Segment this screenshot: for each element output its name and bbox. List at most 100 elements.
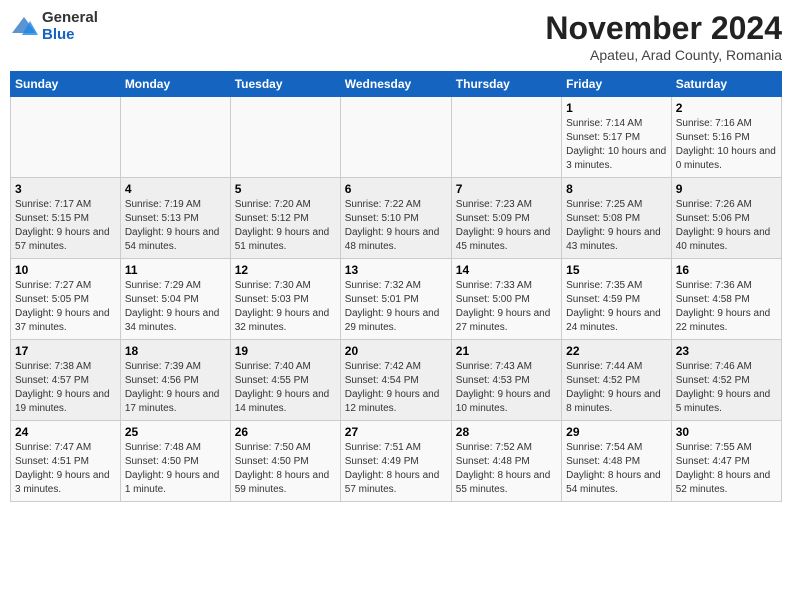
day-number: 24 [15, 425, 116, 439]
day-number: 2 [676, 101, 777, 115]
day-number: 16 [676, 263, 777, 277]
header-cell-monday: Monday [120, 72, 230, 97]
calendar-cell: 6 Sunrise: 7:22 AM Sunset: 5:10 PM Daylig… [340, 178, 451, 259]
day-number: 9 [676, 182, 777, 196]
calendar-cell: 4Sunrise: 7:19 AM Sunset: 5:13 PM Daylig… [120, 178, 230, 259]
day-info: Sunrise: 7:44 AM Sunset: 4:52 PM Dayligh… [566, 360, 667, 416]
calendar-header: SundayMondayTuesdayWednesdayThursdayFrid… [11, 72, 782, 97]
calendar-cell [120, 97, 230, 178]
day-info: Sunrise: 7:46 AM Sunset: 4:52 PM Dayligh… [676, 360, 777, 416]
calendar-cell: 11 Sunrise: 7:29 AM Sunset: 5:04 PM Dayli… [120, 259, 230, 340]
day-info: Sunrise: 7:22 AM Sunset: 5:10 PM Dayligh… [345, 198, 447, 254]
day-number: 21 [456, 344, 557, 358]
logo-text: General Blue [42, 10, 98, 43]
header-cell-friday: Friday [562, 72, 672, 97]
day-info: Sunrise: 7:29 AM Sunset: 5:04 PM Dayligh… [125, 279, 226, 335]
day-number: 14 [456, 263, 557, 277]
calendar-cell: 26 Sunrise: 7:50 AM Sunset: 4:50 PM Dayli… [230, 421, 340, 502]
day-number: 26 [235, 425, 336, 439]
logo-general: General [42, 10, 98, 27]
day-number: 8 [566, 182, 667, 196]
day-info: Sunrise: 7:19 AM Sunset: 5:13 PM Dayligh… [125, 198, 226, 254]
header-cell-wednesday: Wednesday [340, 72, 451, 97]
location: Apateu, Arad County, Romania [545, 47, 782, 63]
logo-icon [10, 13, 38, 41]
calendar-week-2: 3 Sunrise: 7:17 AM Sunset: 5:15 PM Daylig… [11, 178, 782, 259]
day-number: 17 [15, 344, 116, 358]
calendar-cell: 16 Sunrise: 7:36 AM Sunset: 4:58 PM Dayli… [671, 259, 781, 340]
day-number: 1 [566, 101, 667, 115]
day-info: Sunrise: 7:33 AM Sunset: 5:00 PM Dayligh… [456, 279, 557, 335]
day-info: Sunrise: 7:50 AM Sunset: 4:50 PM Dayligh… [235, 441, 336, 497]
logo-blue: Blue [42, 27, 98, 44]
day-info: Sunrise: 7:39 AM Sunset: 4:56 PM Dayligh… [125, 360, 226, 416]
calendar-week-3: 10 Sunrise: 7:27 AM Sunset: 5:05 PM Dayli… [11, 259, 782, 340]
day-info: Sunrise: 7:36 AM Sunset: 4:58 PM Dayligh… [676, 279, 777, 335]
calendar-week-5: 24 Sunrise: 7:47 AM Sunset: 4:51 PM Dayli… [11, 421, 782, 502]
day-info: Sunrise: 7:26 AM Sunset: 5:06 PM Dayligh… [676, 198, 777, 254]
calendar-cell: 18 Sunrise: 7:39 AM Sunset: 4:56 PM Dayli… [120, 340, 230, 421]
day-info: Sunrise: 7:27 AM Sunset: 5:05 PM Dayligh… [15, 279, 116, 335]
day-info: Sunrise: 7:35 AM Sunset: 4:59 PM Dayligh… [566, 279, 667, 335]
day-info: Sunrise: 7:16 AM Sunset: 5:16 PM Dayligh… [676, 117, 777, 173]
calendar-cell: 9 Sunrise: 7:26 AM Sunset: 5:06 PM Daylig… [671, 178, 781, 259]
calendar-cell: 24 Sunrise: 7:47 AM Sunset: 4:51 PM Dayli… [11, 421, 121, 502]
calendar-cell: 7 Sunrise: 7:23 AM Sunset: 5:09 PM Daylig… [451, 178, 561, 259]
day-number: 30 [676, 425, 777, 439]
calendar-cell: 27 Sunrise: 7:51 AM Sunset: 4:49 PM Dayli… [340, 421, 451, 502]
calendar-cell: 14 Sunrise: 7:33 AM Sunset: 5:00 PM Dayli… [451, 259, 561, 340]
calendar-cell: 3 Sunrise: 7:17 AM Sunset: 5:15 PM Daylig… [11, 178, 121, 259]
calendar-cell: 23Sunrise: 7:46 AM Sunset: 4:52 PM Dayli… [671, 340, 781, 421]
day-info: Sunrise: 7:43 AM Sunset: 4:53 PM Dayligh… [456, 360, 557, 416]
calendar-cell: 20Sunrise: 7:42 AM Sunset: 4:54 PM Dayli… [340, 340, 451, 421]
day-number: 18 [125, 344, 226, 358]
calendar-cell [451, 97, 561, 178]
day-number: 20 [345, 344, 447, 358]
day-number: 15 [566, 263, 667, 277]
day-info: Sunrise: 7:32 AM Sunset: 5:01 PM Dayligh… [345, 279, 447, 335]
day-info: Sunrise: 7:55 AM Sunset: 4:47 PM Dayligh… [676, 441, 777, 497]
day-info: Sunrise: 7:47 AM Sunset: 4:51 PM Dayligh… [15, 441, 116, 497]
calendar-cell [340, 97, 451, 178]
calendar-week-1: 1 Sunrise: 7:14 AM Sunset: 5:17 PM Daylig… [11, 97, 782, 178]
calendar-cell [230, 97, 340, 178]
calendar-cell: 8 Sunrise: 7:25 AM Sunset: 5:08 PM Daylig… [562, 178, 672, 259]
day-number: 27 [345, 425, 447, 439]
day-number: 3 [15, 182, 116, 196]
calendar-cell: 22Sunrise: 7:44 AM Sunset: 4:52 PM Dayli… [562, 340, 672, 421]
page-header: General Blue November 2024 Apateu, Arad … [10, 10, 782, 63]
header-cell-thursday: Thursday [451, 72, 561, 97]
day-number: 6 [345, 182, 447, 196]
month-title: November 2024 [545, 10, 782, 47]
day-info: Sunrise: 7:40 AM Sunset: 4:55 PM Dayligh… [235, 360, 336, 416]
day-number: 7 [456, 182, 557, 196]
day-info: Sunrise: 7:14 AM Sunset: 5:17 PM Dayligh… [566, 117, 667, 173]
calendar-week-4: 17 Sunrise: 7:38 AM Sunset: 4:57 PM Dayli… [11, 340, 782, 421]
day-info: Sunrise: 7:51 AM Sunset: 4:49 PM Dayligh… [345, 441, 447, 497]
day-info: Sunrise: 7:25 AM Sunset: 5:08 PM Dayligh… [566, 198, 667, 254]
calendar-cell: 1 Sunrise: 7:14 AM Sunset: 5:17 PM Daylig… [562, 97, 672, 178]
day-number: 13 [345, 263, 447, 277]
calendar-cell: 19Sunrise: 7:40 AM Sunset: 4:55 PM Dayli… [230, 340, 340, 421]
calendar-cell: 2 Sunrise: 7:16 AM Sunset: 5:16 PM Daylig… [671, 97, 781, 178]
calendar-cell: 28Sunrise: 7:52 AM Sunset: 4:48 PM Dayli… [451, 421, 561, 502]
day-info: Sunrise: 7:17 AM Sunset: 5:15 PM Dayligh… [15, 198, 116, 254]
day-info: Sunrise: 7:54 AM Sunset: 4:48 PM Dayligh… [566, 441, 667, 497]
calendar-cell: 5 Sunrise: 7:20 AM Sunset: 5:12 PM Daylig… [230, 178, 340, 259]
day-info: Sunrise: 7:30 AM Sunset: 5:03 PM Dayligh… [235, 279, 336, 335]
day-number: 5 [235, 182, 336, 196]
calendar-cell: 21 Sunrise: 7:43 AM Sunset: 4:53 PM Dayli… [451, 340, 561, 421]
day-info: Sunrise: 7:23 AM Sunset: 5:09 PM Dayligh… [456, 198, 557, 254]
calendar-cell: 29 Sunrise: 7:54 AM Sunset: 4:48 PM Dayli… [562, 421, 672, 502]
calendar-cell: 17 Sunrise: 7:38 AM Sunset: 4:57 PM Dayli… [11, 340, 121, 421]
day-info: Sunrise: 7:20 AM Sunset: 5:12 PM Dayligh… [235, 198, 336, 254]
calendar-cell: 10 Sunrise: 7:27 AM Sunset: 5:05 PM Dayli… [11, 259, 121, 340]
calendar-body: 1 Sunrise: 7:14 AM Sunset: 5:17 PM Daylig… [11, 97, 782, 502]
day-number: 28 [456, 425, 557, 439]
day-number: 11 [125, 263, 226, 277]
day-number: 29 [566, 425, 667, 439]
header-cell-saturday: Saturday [671, 72, 781, 97]
day-number: 10 [15, 263, 116, 277]
day-info: Sunrise: 7:38 AM Sunset: 4:57 PM Dayligh… [15, 360, 116, 416]
calendar-cell: 15 Sunrise: 7:35 AM Sunset: 4:59 PM Dayli… [562, 259, 672, 340]
